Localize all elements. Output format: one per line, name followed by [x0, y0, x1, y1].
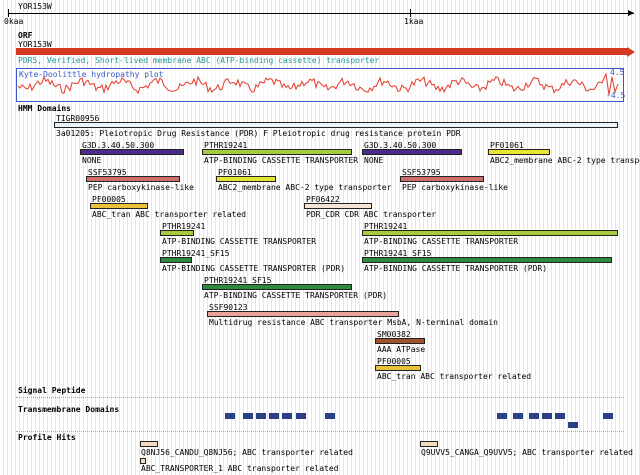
domain-bar[interactable]	[90, 203, 148, 209]
profile-hit-label: Q9UVV5_CANGA_Q9UVV5; ABC transporter rel…	[421, 448, 633, 457]
tm-segment[interactable]	[555, 413, 565, 419]
domain-desc: NONE	[82, 156, 102, 165]
domain-bar[interactable]	[202, 284, 352, 290]
domain-bar[interactable]	[207, 311, 399, 317]
transmembrane-title: Transmembrane Domains	[18, 405, 120, 414]
domain-desc: ABC2_membrane ABC-2 type transporter	[218, 183, 392, 192]
section-divider	[16, 431, 624, 432]
tm-segment[interactable]	[603, 413, 613, 419]
tm-segment[interactable]	[282, 413, 292, 419]
tm-segment[interactable]	[568, 422, 578, 428]
tm-segment[interactable]	[296, 413, 306, 419]
domain-desc: ABC_tran ABC transporter related	[377, 372, 532, 381]
hydropathy-line	[17, 72, 619, 96]
domain-desc: ABC2_membrane ABC-2 type transpor	[490, 156, 640, 165]
domain-bar[interactable]	[375, 365, 421, 371]
domain-desc: ATP-BINDING CASSETTE TRANSPORTER	[364, 237, 519, 246]
orf-bar[interactable]	[16, 48, 628, 55]
domain-desc: Multidrug resistance ABC transporter Msb…	[209, 318, 498, 327]
tm-segment[interactable]	[529, 413, 539, 419]
domain-bar[interactable]	[375, 338, 425, 344]
hydropathy-plot	[17, 72, 619, 96]
ruler-arrow-icon	[628, 10, 634, 16]
orf-section-title: ORF	[18, 31, 33, 40]
ruler-mid-label: 1kaa	[404, 17, 424, 26]
profile-hits-title: Profile Hits	[18, 433, 76, 442]
domain-desc: PEP carboxykinase-like	[88, 183, 194, 192]
domain-bar[interactable]	[202, 149, 352, 155]
hmm-section-title: HMM Domains	[18, 104, 71, 113]
domain-bar[interactable]	[54, 122, 618, 128]
domain-bar[interactable]	[362, 230, 618, 236]
domain-desc: 3a01205: Pleiotropic Drug Resistance (PD…	[56, 129, 461, 138]
tm-segment[interactable]	[542, 413, 552, 419]
tm-segment[interactable]	[256, 413, 266, 419]
ruler-start-tick	[8, 9, 9, 17]
ruler-line	[8, 13, 634, 14]
domain-bar[interactable]	[362, 257, 612, 263]
orf-arrow-icon	[627, 47, 635, 57]
hydropathy-min-label: -4.5	[606, 91, 626, 100]
domain-bar[interactable]	[86, 176, 180, 182]
tm-segment[interactable]	[497, 413, 507, 419]
profile-hit-label: Q8NJ56_CANDU_Q8NJ56; ABC transporter rel…	[141, 448, 353, 457]
domain-bar[interactable]	[400, 176, 484, 182]
domain-desc: ABC_tran ABC transporter related	[92, 210, 247, 219]
domain-desc: NONE	[364, 156, 384, 165]
domain-desc: ATP-BINDING CASSETTE TRANSPORTER (PDR)	[162, 264, 346, 273]
domain-desc: ATP-BINDING CASSETTE TRANSPORTER (PDR)	[364, 264, 548, 273]
ruler-mid-tick	[410, 9, 411, 17]
domain-bar[interactable]	[80, 149, 184, 155]
tm-segment[interactable]	[513, 413, 523, 419]
ruler-start-label: 0kaa	[4, 17, 24, 26]
domain-desc: ATP-BINDING CASSETTE TRANSPORTER	[204, 156, 359, 165]
tm-segment[interactable]	[325, 413, 335, 419]
domain-bar[interactable]	[160, 230, 194, 236]
ruler-sequence-name: YOR153W	[18, 2, 52, 11]
tm-segment[interactable]	[225, 413, 235, 419]
domain-bar[interactable]	[304, 203, 372, 209]
domain-desc: AAA ATPase	[377, 345, 426, 354]
domain-bar[interactable]	[216, 176, 276, 182]
signal-peptide-title: Signal Peptide	[18, 386, 86, 395]
domain-desc: ATP-BINDING CASSETTE TRANSPORTER (PDR)	[204, 291, 388, 300]
hydropathy-max-label: 4.5	[610, 68, 625, 77]
profile-hit-bar[interactable]	[420, 441, 438, 447]
domain-map-canvas: YOR153W 0kaa 1kaa ORF YOR153W PDR5, Veri…	[0, 0, 640, 475]
domain-bar[interactable]	[362, 149, 462, 155]
domain-bar[interactable]	[160, 257, 192, 263]
tm-segment[interactable]	[243, 413, 253, 419]
section-divider	[16, 397, 624, 398]
domain-desc: PEP carboxykinase-like	[402, 183, 508, 192]
domain-desc: PDR_CDR CDR ABC transporter	[306, 210, 437, 219]
domain-bar[interactable]	[488, 149, 550, 155]
profile-hit-label: ABC_TRANSPORTER_1 ABC transporter relate…	[141, 464, 339, 473]
domain-desc: ATP-BINDING CASSETTE TRANSPORTER	[162, 237, 317, 246]
tm-segment[interactable]	[269, 413, 279, 419]
orf-description: PDR5, Verified, Short-lived membrane ABC…	[18, 56, 380, 65]
profile-hit-bar[interactable]	[140, 441, 158, 447]
